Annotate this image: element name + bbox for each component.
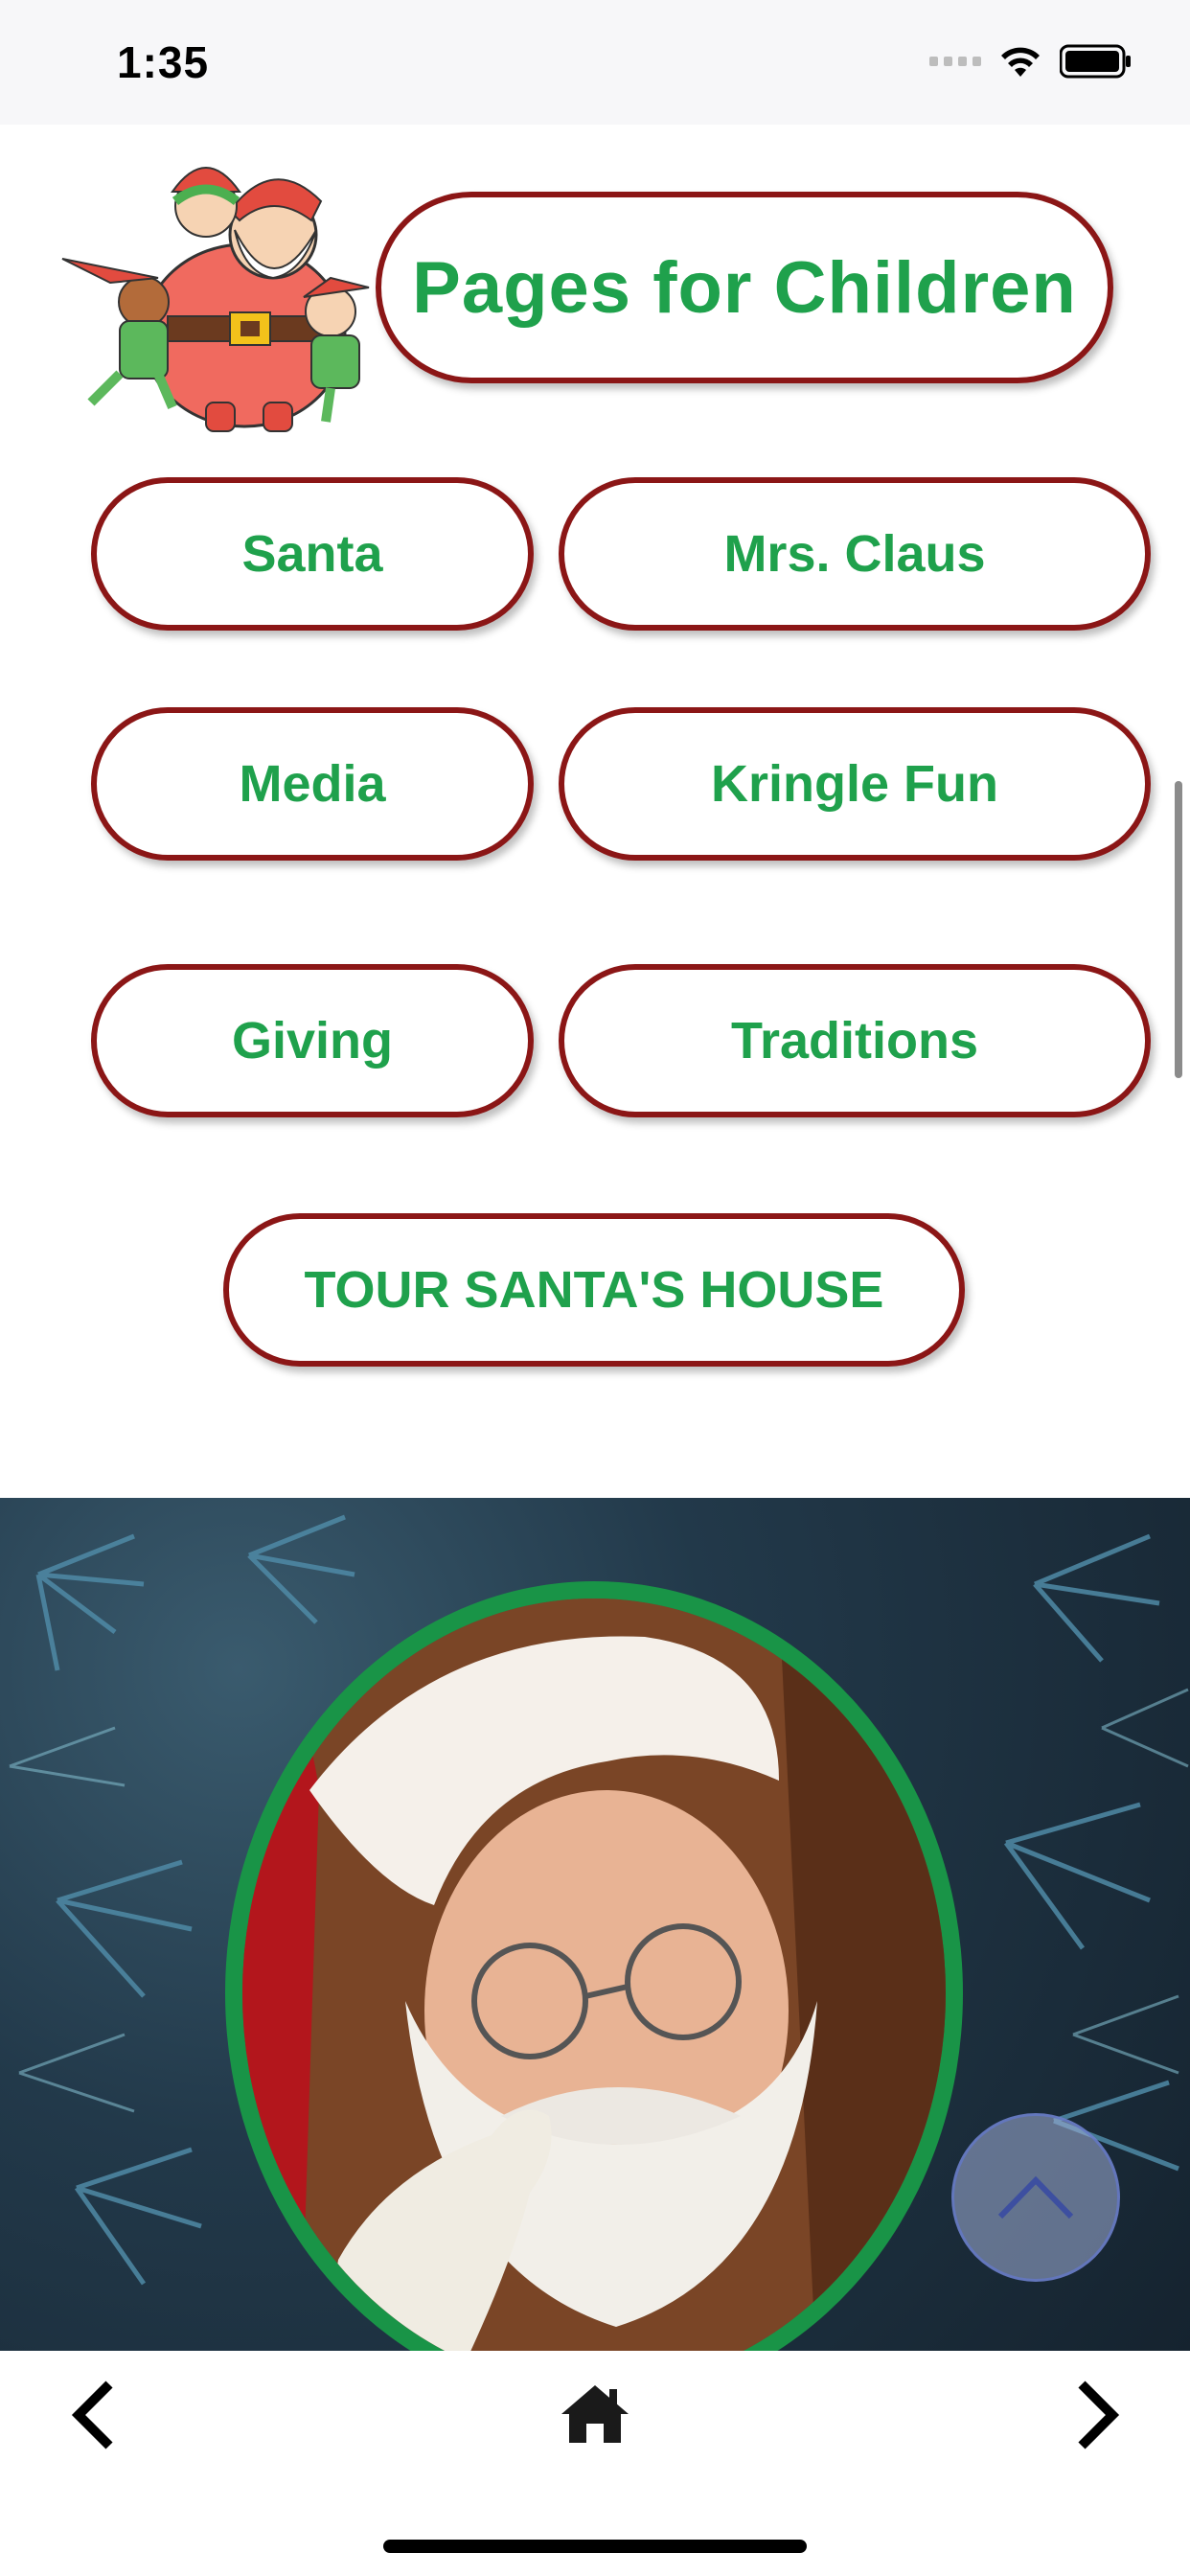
santa-elves-illustration [61,167,370,432]
santa-portrait [225,1581,963,2405]
tour-santas-house-button[interactable]: TOUR SANTA'S HOUSE [223,1213,965,1367]
signal-icon [929,57,981,66]
scroll-indicator [1175,781,1182,1078]
status-time: 1:35 [117,37,210,87]
mrs-claus-button[interactable]: Mrs. Claus [559,477,1151,631]
giving-button[interactable]: Giving [91,964,534,1117]
page-title-pill: Pages for Children [376,192,1113,383]
wifi-icon [998,44,1042,79]
santa-photo [242,1598,946,2388]
media-button[interactable]: Media [91,707,534,861]
kringle-fun-button[interactable]: Kringle Fun [559,707,1151,861]
page-title: Pages for Children [412,246,1077,329]
traditions-button[interactable]: Traditions [559,964,1151,1117]
santa-button[interactable]: Santa [91,477,534,631]
battery-icon [1060,44,1133,79]
status-bar: 1:35 [0,0,1190,125]
status-icons [929,42,1133,80]
chevron-right-icon[interactable] [1068,2377,1126,2453]
home-icon[interactable] [558,2380,632,2447]
scroll-to-top-button[interactable] [951,2113,1120,2282]
home-indicator [383,2540,807,2553]
chevron-left-icon[interactable] [65,2377,123,2453]
chevron-up-icon [997,2175,1074,2220]
